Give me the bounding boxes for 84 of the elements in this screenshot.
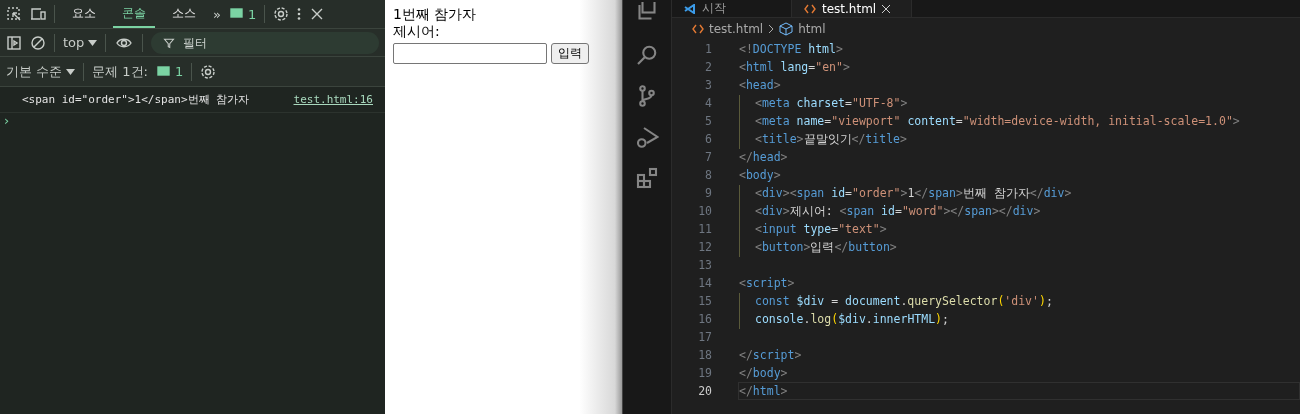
console-settings-button[interactable] <box>200 63 217 80</box>
issues-count[interactable]: 1 <box>155 63 184 80</box>
issues-label[interactable]: 문제 1건: <box>92 62 148 81</box>
run-debug-icon <box>635 125 659 149</box>
source-link[interactable]: test.html:16 <box>293 93 373 106</box>
vscode-icon <box>684 3 696 14</box>
devtools-tab[interactable]: 소스 <box>163 0 205 28</box>
code-line: <title>끝말잇기</title> <box>755 131 907 147</box>
settings-icon <box>273 6 290 22</box>
line-number: 9 <box>704 186 712 200</box>
line-number: 18 <box>697 348 712 362</box>
line-number: 2 <box>704 60 712 74</box>
code-line: <div><span id="order">1</span>번째 참가자</div> <box>755 185 1072 201</box>
line-number: 8 <box>704 168 712 182</box>
code-line: const $div = document.querySelector('div'); <box>755 293 1053 309</box>
context-dropdown[interactable]: top <box>63 35 98 50</box>
code-line: <!DOCTYPE html> <box>739 41 843 57</box>
more-icon <box>297 7 302 21</box>
line-number: 1 <box>704 42 712 56</box>
code-line: <head> <box>739 77 781 93</box>
line-number: 6 <box>704 132 712 146</box>
code-icon <box>692 24 704 34</box>
device-icon <box>30 6 46 22</box>
breadcrumb-item[interactable]: test.html <box>709 22 764 36</box>
extensions-icon <box>635 166 659 190</box>
more-tabs-button[interactable]: » <box>213 6 221 22</box>
text-input[interactable] <box>393 43 547 64</box>
code-line: <button>입력</button> <box>755 239 897 255</box>
line-number: 14 <box>697 276 712 290</box>
line-number: 15 <box>697 294 712 308</box>
line-number: 5 <box>704 114 712 128</box>
code-line: </head> <box>739 149 788 165</box>
submit-button[interactable]: 입력 <box>551 43 589 64</box>
caret-icon <box>66 68 76 75</box>
line-number: 13 <box>697 258 712 272</box>
line-number: 16 <box>697 312 712 326</box>
filter-field[interactable]: 필터 <box>151 31 379 54</box>
clear-icon <box>30 34 46 51</box>
clear-console-button[interactable] <box>30 34 46 51</box>
settings-icon <box>200 63 217 80</box>
line-number: 12 <box>697 240 712 254</box>
console-prompt[interactable]: › <box>0 111 14 130</box>
code-line: <html lang="en"> <box>739 59 850 75</box>
line-number: 20 <box>697 384 712 398</box>
cube-icon <box>779 22 794 36</box>
code-line: </script> <box>739 347 802 363</box>
line-number: 11 <box>697 222 712 236</box>
line-number: 4 <box>704 96 712 110</box>
console-message: <span id="order">1</span>번째 참가자 <box>22 93 251 106</box>
sidebar-icon <box>6 34 22 51</box>
line-number: 17 <box>697 330 712 344</box>
chevron-icon <box>768 24 775 34</box>
devtools-tab[interactable]: 콘솔 <box>113 0 155 28</box>
page-text: 1번째 참가자 <box>393 6 478 23</box>
code-line: <script> <box>739 275 795 291</box>
issues-badge[interactable]: 1 <box>228 6 257 22</box>
close-icon <box>882 4 891 13</box>
caret-icon <box>88 39 98 46</box>
funnel-icon <box>163 36 176 49</box>
code-line: <meta name="viewport" content="width=device-width, initial-scale=1.0"> <box>755 113 1240 129</box>
editor-tab[interactable]: test.html <box>792 0 912 17</box>
code-line: console.log($div.innerHTML); <box>755 311 949 327</box>
line-number: 19 <box>697 366 712 380</box>
inspect-button[interactable] <box>6 6 22 22</box>
devtools-tab[interactable]: 요소 <box>63 0 105 28</box>
code-line: <div>제시어: <span id="word"></span></div> <box>755 203 1041 219</box>
breadcrumb-item[interactable]: html <box>798 22 826 36</box>
log-level-dropdown[interactable]: 기본 수준 <box>6 62 76 81</box>
code-line: <body> <box>739 167 781 183</box>
page-text: 제시어: <box>393 23 441 40</box>
sidebar-toggle-button[interactable] <box>6 34 22 51</box>
code-line: <input type="text"> <box>755 221 887 237</box>
search-icon <box>635 43 659 67</box>
line-number: 10 <box>697 204 712 218</box>
inspect-icon <box>6 6 22 22</box>
code-icon <box>804 3 816 14</box>
settings-button[interactable] <box>273 6 290 22</box>
code-line: </html> <box>739 383 788 399</box>
code-line: </body> <box>739 365 788 381</box>
line-number: 7 <box>704 150 712 164</box>
code-line: <meta charset="UTF-8"> <box>755 95 908 111</box>
more-menu-button[interactable] <box>297 7 302 21</box>
device-toggle-button[interactable] <box>30 6 46 22</box>
line-number: 3 <box>704 78 712 92</box>
